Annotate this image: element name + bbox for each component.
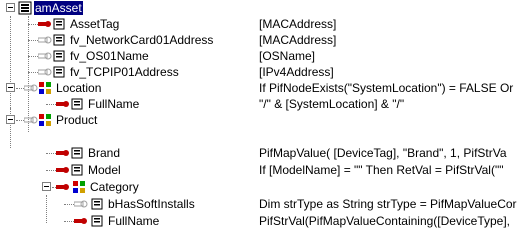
tree-connector: [64, 204, 74, 205]
active-key-field-icon: [56, 101, 69, 107]
tree-row[interactable]: bHasSoftInstalls Dim strType as String s…: [0, 196, 522, 212]
link-name: Category: [90, 180, 139, 194]
field-value: [OSName]: [259, 49, 316, 63]
tree-row[interactable]: FullName PifStrVal(PifMapValueContaining…: [0, 213, 522, 229]
tree-row[interactable]: fv_TCPIP01Address [IPv4Address]: [0, 64, 522, 80]
field-value: Dim strType as String strType = PifMapVa…: [259, 197, 517, 211]
tree-connector: [64, 221, 74, 222]
tree-connector: [16, 88, 24, 89]
root-node-icon: [18, 1, 32, 15]
tree-connector: [46, 153, 56, 154]
tree-row[interactable]: Category: [0, 179, 522, 195]
link-name: Location: [56, 81, 102, 95]
field-icon: [53, 66, 65, 78]
inactive-key-field-icon: [24, 84, 38, 92]
tree-row[interactable]: Location If PifNodeExists("SystemLocatio…: [0, 80, 522, 96]
inactive-key-field-icon: [74, 200, 88, 208]
tree-root-row[interactable]: amAsset: [0, 0, 522, 16]
field-name: fv_NetworkCard01Address: [70, 33, 214, 47]
mapping-tree: amAsset AssetTag [MACAddress] fv_Network…: [0, 0, 522, 240]
active-key-field-icon: [56, 167, 69, 173]
field-icon: [91, 215, 103, 227]
field-name: fv_TCPIP01Address: [70, 65, 179, 79]
field-icon: [71, 98, 83, 110]
field-value: [MACAddress]: [259, 33, 337, 47]
collapse-toggle[interactable]: [42, 182, 51, 191]
field-name: bHasSoftInstalls: [108, 197, 195, 211]
field-icon: [71, 147, 83, 159]
tree-row[interactable]: AssetTag [MACAddress]: [0, 16, 522, 32]
tree-row[interactable]: Brand PifMapValue( [DeviceTag], "Brand",…: [0, 145, 522, 161]
tree-connector: [46, 170, 56, 171]
tree-connector: [28, 24, 38, 25]
inactive-key-field-icon: [38, 68, 52, 76]
active-key-field-icon: [56, 184, 69, 190]
field-value: [MACAddress]: [259, 17, 337, 31]
tree-connector: [16, 120, 24, 121]
field-name: AssetTag: [70, 17, 120, 31]
collapse-toggle[interactable]: [6, 3, 15, 12]
tree-connector: [28, 40, 38, 41]
field-icon: [53, 50, 65, 62]
collapse-toggle[interactable]: [6, 115, 15, 124]
active-key-field-icon: [74, 218, 87, 224]
field-icon: [91, 198, 103, 210]
collapse-toggle[interactable]: [6, 83, 15, 92]
tree-row[interactable]: FullName "/" & [SystemLocation] & "/": [0, 96, 522, 112]
field-value: PifMapValue( [DeviceTag], "Brand", 1, Pi…: [259, 146, 507, 160]
tree-row[interactable]: fv_NetworkCard01Address [MACAddress]: [0, 32, 522, 48]
tree-row[interactable]: Product: [0, 112, 522, 128]
inactive-key-field-icon: [24, 116, 38, 124]
field-value: If [ModelName] = "" Then RetVal = PifStr…: [259, 163, 504, 177]
field-name: fv_OS01Name: [70, 49, 149, 63]
tree-row[interactable]: Model If [ModelName] = "" Then RetVal = …: [0, 162, 522, 178]
field-value: If PifNodeExists("SystemLocation") = FAL…: [259, 81, 514, 95]
link-node-icon: [39, 114, 51, 126]
field-name: Model: [88, 163, 121, 177]
field-icon: [53, 18, 65, 30]
tree-connector: [28, 56, 38, 57]
link-name: Product: [56, 113, 98, 127]
field-name: FullName: [108, 214, 160, 228]
field-value: [IPv4Address]: [259, 65, 334, 79]
tree-root-label: amAsset: [34, 1, 83, 15]
tree-row[interactable]: fv_OS01Name [OSName]: [0, 48, 522, 64]
inactive-key-field-icon: [38, 52, 52, 60]
tree-connector: [28, 72, 38, 73]
tree-connector: [46, 104, 56, 105]
link-node-icon: [73, 181, 85, 193]
field-name: FullName: [88, 97, 140, 111]
field-icon: [53, 34, 65, 46]
inactive-key-field-icon: [38, 36, 52, 44]
field-value: PifStrVal(PifMapValueContaining([DeviceT…: [259, 214, 511, 228]
active-key-field-icon: [38, 21, 51, 27]
field-icon: [71, 164, 83, 176]
field-value: "/" & [SystemLocation] & "/": [259, 97, 405, 111]
link-node-icon: [39, 82, 51, 94]
field-name: Brand: [88, 146, 121, 160]
active-key-field-icon: [56, 150, 69, 156]
